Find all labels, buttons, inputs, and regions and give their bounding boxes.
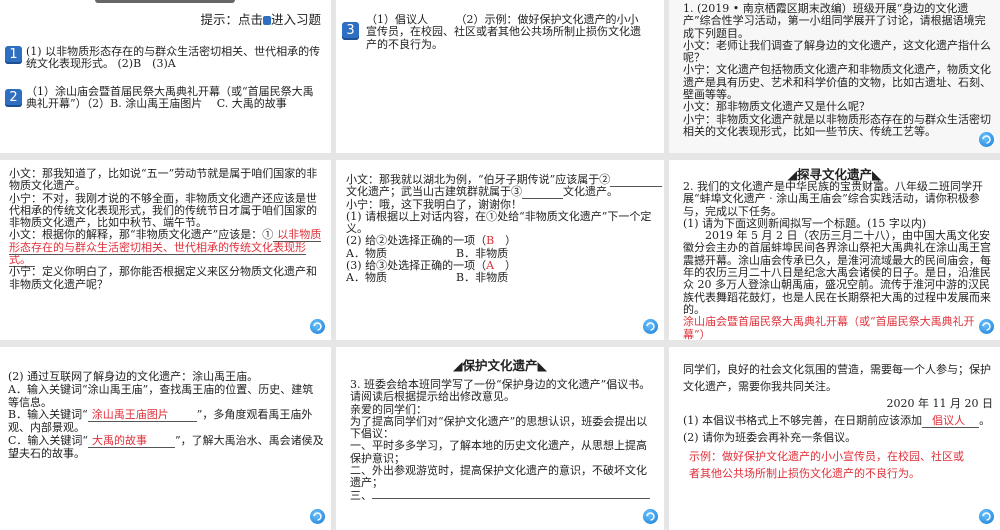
question-text: 2. 我们的文化遗产是中华民族的宝贵财富。八年级二班同学开展“蚌埠文化遗产 · …	[683, 180, 995, 340]
slide-question-1-sub: 小文：那我就以湖北为例，“伯牙子期传说”应该属于② 文化遗产；武当山古建筑群就属…	[336, 160, 664, 340]
hint-text: 提示：点击 进入习题	[200, 12, 321, 27]
answer-2-text: （1）涂山庙会暨首届民祭大禹典礼开幕（或“首届民祭大禹典礼开幕”）（2）B. 涂…	[26, 85, 314, 111]
slide-answers-3: 3 （1）倡议人 （2）示例：做好保护文化遗产的小小宣传员，在校园、社区或者其他…	[336, 0, 664, 153]
top-bar	[95, 0, 235, 3]
slide-question-2: ◢探寻文化遗产◣ 2. 我们的文化遗产是中华民族的宝贵财富。八年级二班同学开展“…	[669, 160, 1000, 340]
slide-question-2-part2: (2) 通过互联网了解身边的文化遗产：涂山禹王庙。 A．输入关键词“涂山禹王庙”…	[0, 347, 331, 530]
return-icon[interactable]	[643, 509, 658, 524]
slide-question-3: ◢保护文化遗产◣ 3. 班委会给本班同学写了一份“保护身边的文化遗产”倡议书。请…	[336, 347, 664, 530]
question-text: (2) 通过互联网了解身边的文化遗产：涂山禹王庙。 A．输入关键词“涂山禹王庙”…	[8, 370, 324, 460]
question-2-button[interactable]: 2	[5, 89, 22, 107]
return-icon[interactable]	[310, 319, 325, 334]
question-1-button[interactable]: 1	[5, 46, 22, 64]
slide-question-1-dialogue: 小文：那我知道了，比如说“五一”劳动节就是属于咱们国家的非物质文化遗产。 小宁：…	[0, 160, 331, 340]
answer-3-text: （1）倡议人 （2）示例：做好保护文化遗产的小小宣传员，在校园、社区或者其他公共…	[366, 13, 641, 51]
answer-blank-c: 大禹的故事	[88, 433, 176, 448]
dialogue-text: 1. (2019 • 南京栖霞区期末改编）班级开展“身边的文化遗产”综合性学习活…	[683, 2, 991, 138]
slide-question-1-intro: 1. (2019 • 南京栖霞区期末改编）班级开展“身边的文化遗产”综合性学习活…	[669, 0, 1000, 153]
slide-question-3-part2: 同学们，良好的社会文化氛围的营造，需要每一个人参与；保护文化遗产，需要你我共同关…	[669, 347, 1000, 530]
answer-text: 示例：做好保护文化遗产的小小宣传员，在校园、社区或者其他公共场所制止损伤文化遗产…	[689, 450, 964, 480]
answer-text: 涂山庙会暨首届民祭大禹典礼开幕（或“首届民祭大禹典礼开幕”）	[683, 315, 975, 340]
answer-blank-b: 涂山禹王庙图片	[87, 408, 197, 423]
return-icon[interactable]	[310, 509, 325, 524]
return-icon[interactable]	[979, 319, 994, 334]
return-icon[interactable]	[979, 132, 994, 147]
return-icon[interactable]	[979, 509, 994, 524]
dialogue-text: 小文：那我知道了，比如说“五一”劳动节就是属于咱们国家的非物质文化遗产。 小宁：…	[9, 167, 322, 291]
question-text: 同学们，良好的社会文化氛围的营造，需要每一个人参与；保护文化遗产，需要你我共同关…	[683, 363, 993, 480]
slide-answers-1-2: 提示：点击 进入习题 1 (1) 以非物质形态存在的与群众生活密切相关、世代相承的…	[0, 0, 331, 153]
question-3-button[interactable]: 3	[342, 22, 359, 40]
section-title: ◢保护文化遗产◣	[452, 358, 548, 373]
question-text: 3. 班委会给本班同学写了一份“保护身边的文化遗产”倡议书。请阅读后根据提示给出…	[350, 378, 651, 502]
answer-1-text: (1) 以非物质形态存在的与群众生活密切相关、世代相承的传统文化表现形式。 (2…	[26, 45, 321, 71]
return-icon[interactable]	[643, 319, 658, 334]
question-text: 小文：那我就以湖北为例，“伯牙子期传说”应该属于② 文化遗产；武当山古建筑群就属…	[346, 173, 663, 285]
answer-blank: 倡议人	[922, 414, 980, 428]
blue-square-icon	[262, 16, 271, 25]
